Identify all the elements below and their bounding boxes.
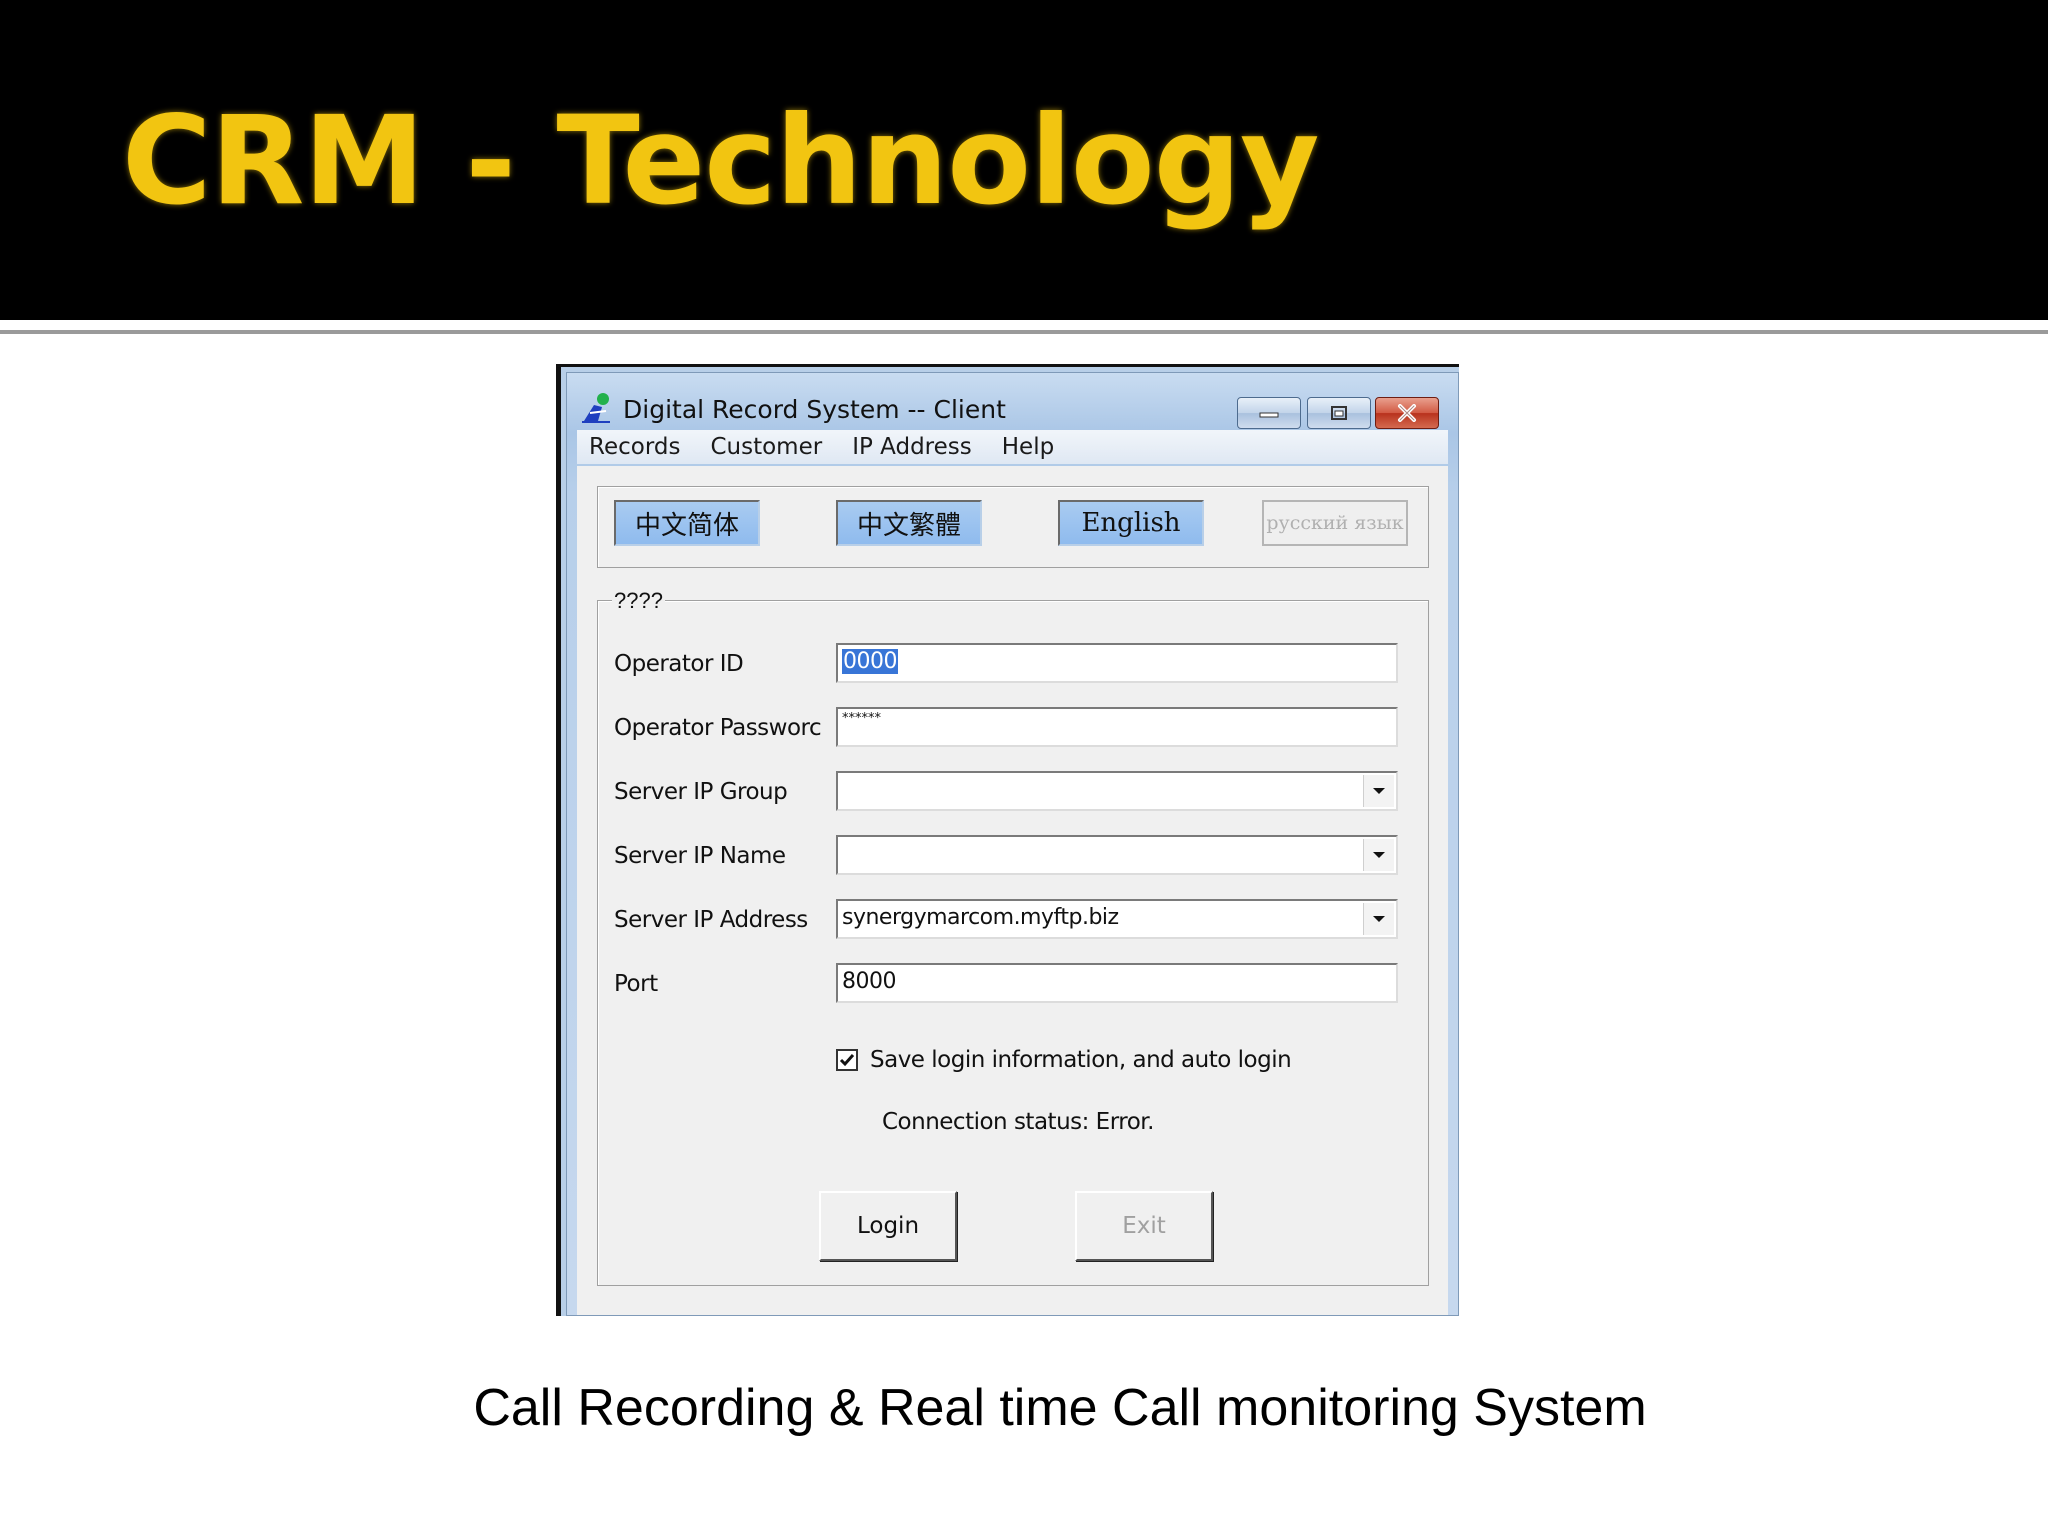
chevron-down-icon: [1373, 852, 1385, 858]
lang-simplified-chinese-button[interactable]: 中文简体: [614, 500, 760, 546]
group-legend: ????: [612, 588, 665, 614]
slide-divider: [0, 330, 2048, 334]
server-ip-name-label: Server IP Name: [614, 843, 786, 869]
chevron-down-icon: [1373, 916, 1385, 922]
server-ip-group-dropdown-button[interactable]: [1363, 775, 1394, 807]
operator-id-input[interactable]: 0000: [836, 643, 1398, 683]
server-ip-address-combo[interactable]: synergymarcom.myftp.biz: [836, 899, 1398, 939]
slide-caption: Call Recording & Real time Call monitori…: [473, 1379, 1647, 1437]
server-ip-group-label: Server IP Group: [614, 779, 788, 805]
menu-bar: Records Customer IP Address Help: [577, 430, 1448, 464]
menu-ip-address[interactable]: IP Address: [852, 434, 972, 460]
server-ip-address-value: synergymarcom.myftp.biz: [842, 905, 1119, 930]
server-ip-address-label: Server IP Address: [614, 907, 808, 933]
close-icon: [1398, 404, 1416, 422]
login-group: ???? Operator ID 0000 Operator Passworc …: [597, 588, 1429, 1286]
chevron-down-icon: [1373, 788, 1385, 794]
connection-status: Connection status: Error.: [882, 1109, 1154, 1135]
menu-records[interactable]: Records: [589, 434, 680, 460]
save-login-label[interactable]: Save login information, and auto login: [870, 1047, 1292, 1073]
maximize-button[interactable]: [1307, 397, 1371, 429]
checkmark-icon: [839, 1054, 855, 1067]
lang-russian-button[interactable]: русский язык: [1262, 500, 1408, 546]
port-input[interactable]: 8000: [836, 963, 1398, 1003]
client-area: 中文简体 中文繁體 English русский язык ???? Oper…: [577, 466, 1448, 1315]
app-person-icon: [582, 393, 610, 423]
lang-traditional-chinese-button[interactable]: 中文繁體: [836, 500, 982, 546]
operator-password-input[interactable]: ******: [836, 707, 1398, 747]
login-button[interactable]: Login: [819, 1191, 957, 1261]
server-ip-group-select[interactable]: [836, 771, 1398, 811]
minimize-button[interactable]: [1237, 397, 1301, 429]
slide-header: CRM - Technology: [0, 0, 2048, 320]
exit-button[interactable]: Exit: [1075, 1191, 1213, 1261]
server-ip-address-dropdown-button[interactable]: [1363, 903, 1394, 935]
operator-password-label: Operator Passworc: [614, 715, 822, 741]
window-frame: Digital Record System -- Client Records …: [566, 372, 1459, 1316]
window-title: Digital Record System -- Client: [623, 395, 1006, 424]
save-login-checkbox[interactable]: [836, 1049, 858, 1071]
maximize-icon: [1331, 406, 1347, 420]
server-ip-name-dropdown-button[interactable]: [1363, 839, 1394, 871]
menu-help[interactable]: Help: [1002, 434, 1054, 460]
operator-id-label: Operator ID: [614, 651, 744, 677]
minimize-icon: [1259, 412, 1279, 418]
close-button[interactable]: [1375, 397, 1439, 429]
login-window: Digital Record System -- Client Records …: [556, 364, 1459, 1316]
language-selector: 中文简体 中文繁體 English русский язык: [597, 486, 1429, 568]
server-ip-name-select[interactable]: [836, 835, 1398, 875]
menu-customer[interactable]: Customer: [710, 434, 822, 460]
title-bar[interactable]: Digital Record System -- Client: [567, 373, 1458, 429]
operator-id-value: 0000: [842, 649, 898, 674]
slide-title: CRM - Technology: [122, 90, 1320, 232]
lang-english-button[interactable]: English: [1058, 500, 1204, 546]
port-label: Port: [614, 971, 658, 997]
